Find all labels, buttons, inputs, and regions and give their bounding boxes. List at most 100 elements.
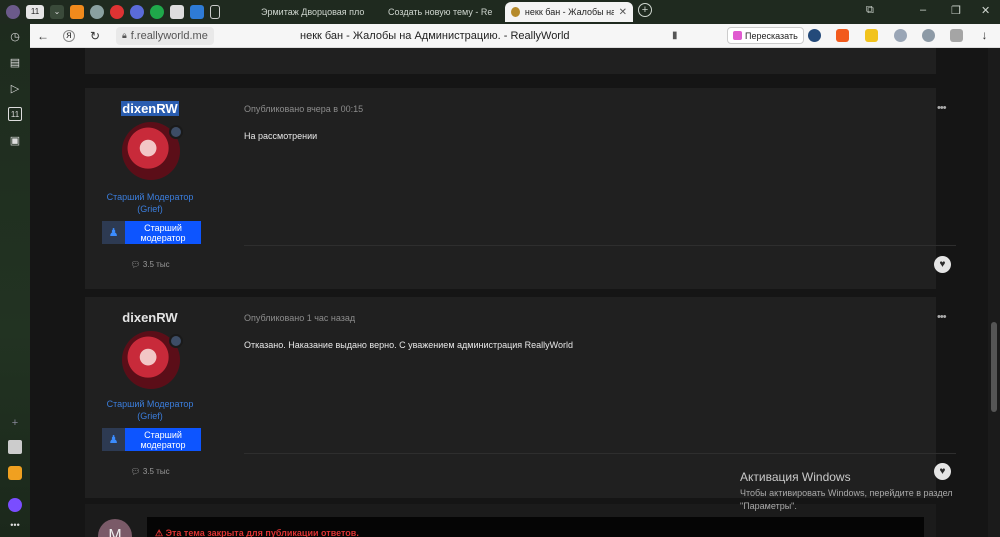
pinned-tab-icon[interactable] (130, 5, 144, 19)
percent-icon[interactable] (865, 29, 878, 42)
locked-notice-text: Эта тема закрыта для публикации ответов. (165, 528, 359, 537)
bookmark-icon[interactable]: ▮ (672, 30, 678, 41)
pinned-tab-icon[interactable] (210, 5, 220, 19)
role-line: Старший Модератор (106, 192, 194, 202)
tab-counter-icon[interactable]: 11 (26, 5, 44, 19)
reload-icon[interactable]: ↻ (82, 29, 108, 43)
watermark-line: "Параметры". (740, 501, 797, 511)
new-tab-button[interactable]: + (638, 3, 652, 17)
yandex-icon[interactable]: я (63, 29, 75, 42)
back-icon[interactable]: ← (30, 29, 56, 43)
tab-hermitage[interactable]: Эрмитаж Дворцовая пло (250, 2, 370, 22)
summarize-label: Пересказать (745, 30, 798, 41)
rank-label: Старший модератор (125, 221, 201, 244)
tab-title: некк бан - Жалобы на А (524, 7, 614, 17)
comment-icon: 💬︎ (130, 260, 141, 269)
pinned-tab-ok-icon[interactable] (70, 5, 84, 19)
post-body: Отказано. Наказание выдано верно. С уваж… (244, 340, 574, 350)
divider (244, 453, 956, 454)
reallyworld-icon (511, 7, 520, 17)
address-bar: ← я ↻ 🔒︎ f.reallyworld.me некк бан - Жал… (30, 24, 1000, 48)
rank-badge: ♟ Старший модератор (102, 221, 201, 244)
post-card: dixenRW Старший Модератор (Grief) ♟ Стар… (85, 297, 956, 498)
download-icon[interactable]: ↓ (978, 29, 991, 42)
history-icon[interactable]: ◷ (8, 29, 22, 43)
role-line: (Grief) (137, 204, 163, 214)
reputation: 💬︎ 3.5 тыс (85, 260, 215, 269)
tab-title: Эрмитаж Дворцовая пло (261, 7, 365, 17)
rank-line: Старший (144, 222, 182, 233)
like-heart-icon[interactable]: ♥ (934, 256, 951, 273)
profile-icon[interactable] (6, 5, 20, 19)
pinned-tab-icon[interactable] (90, 5, 104, 19)
shield-icon[interactable] (836, 29, 849, 42)
author-role[interactable]: Старший Модератор (Grief) (85, 398, 215, 422)
minimize-icon[interactable]: – (920, 4, 926, 16)
video-icon[interactable]: ▷ (8, 81, 22, 95)
tab-create-topic[interactable]: Создать новую тему - Re (377, 2, 497, 22)
rank-line: модератор (140, 232, 186, 243)
rank-icon: ♟ (102, 221, 125, 244)
reputation-value: 3.5 тыс (142, 467, 170, 476)
post-date[interactable]: Опубликовано 1 час назад (244, 313, 355, 323)
alice-icon[interactable] (8, 498, 22, 512)
more-icon[interactable]: ••• (8, 518, 22, 532)
author-name[interactable]: dixenRW (121, 101, 179, 116)
pinned-tab-icon[interactable] (110, 5, 124, 19)
pinned-tab-icon[interactable] (150, 5, 164, 19)
author-block: dixenRW (85, 100, 215, 118)
pinned-tab-icon[interactable] (190, 5, 204, 19)
author-role[interactable]: Старший Модератор (Grief) (85, 191, 215, 215)
mail-icon[interactable] (8, 466, 22, 480)
tabs-panel-icon[interactable]: 11 (8, 107, 22, 121)
author-name[interactable]: dixenRW (122, 310, 177, 325)
url-text: f.reallyworld.me (130, 29, 208, 42)
close-window-icon[interactable]: ✕ (981, 4, 990, 17)
extension-r-icon[interactable] (808, 29, 821, 42)
screenshot-icon[interactable]: ▣ (8, 133, 22, 147)
maximize-icon[interactable]: ❐ (951, 4, 961, 17)
chevron-down-icon[interactable]: ⌄ (50, 5, 64, 19)
protect-icon[interactable] (894, 29, 907, 42)
reputation-value: 3.5 тыс (142, 260, 170, 269)
previous-post-tail (85, 48, 936, 74)
chat-icon[interactable] (950, 29, 963, 42)
forum-page: dixenRW Старший Модератор (Grief) ♟ Стар… (30, 48, 988, 537)
post-menu-icon[interactable]: ••• (937, 102, 947, 114)
scrollbar-thumb[interactable] (991, 322, 997, 412)
close-tab-icon[interactable]: ✕ (619, 7, 627, 18)
add-icon[interactable]: + (8, 416, 22, 430)
tab-active-complaint[interactable]: некк бан - Жалобы на А ✕ (505, 2, 633, 22)
tab-title: Создать новую тему - Re (388, 7, 493, 17)
collections-icon[interactable]: ▤ (8, 55, 22, 69)
role-line: (Grief) (137, 411, 163, 421)
watermark-title: Активация Windows (740, 470, 851, 484)
comment-icon: 💬︎ (130, 467, 141, 476)
rank-icon: ♟ (102, 428, 125, 451)
globe-icon[interactable] (922, 29, 935, 42)
post-body: На рассмотрении (244, 131, 318, 141)
rank-label: Старший модератор (125, 428, 201, 451)
moderator-badge-icon (169, 334, 183, 348)
pinned-tab-icon[interactable] (170, 5, 184, 19)
rank-badge: ♟ Старший модератор (102, 428, 201, 451)
locked-notice: ⚠ Эта тема закрыта для публикации ответо… (155, 528, 359, 537)
post-card: dixenRW Старший Модератор (Grief) ♟ Стар… (85, 88, 956, 289)
divider (244, 245, 956, 246)
role-line: Старший Модератор (106, 399, 194, 409)
summarize-button[interactable]: Пересказать (727, 27, 804, 44)
pinned-app-icon[interactable] (8, 440, 22, 454)
post-menu-icon[interactable]: ••• (937, 311, 947, 323)
browser-window: 11 ⌄ Эрмитаж Дворцовая пло Создать новую… (0, 0, 1000, 537)
browser-sidebar: ◷ ▤ ▷ 11 ▣ + ••• (0, 24, 30, 537)
tab-strip: 11 ⌄ Эрмитаж Дворцовая пло Создать новую… (0, 0, 1000, 24)
watermark-line: Чтобы активировать Windows, перейдите в … (740, 488, 953, 498)
extension-row: 11 ⌄ (0, 5, 220, 19)
page-scrollbar[interactable] (988, 48, 1000, 537)
url-field[interactable]: 🔒︎ f.reallyworld.me (116, 26, 214, 45)
reputation: 💬︎ 3.5 тыс (85, 467, 215, 476)
tab-search-icon[interactable]: ⧉ (866, 4, 874, 17)
author-block: dixenRW (85, 309, 215, 327)
moderator-badge-icon (169, 125, 183, 139)
post-date[interactable]: Опубликовано вчера в 00:15 (244, 104, 363, 114)
